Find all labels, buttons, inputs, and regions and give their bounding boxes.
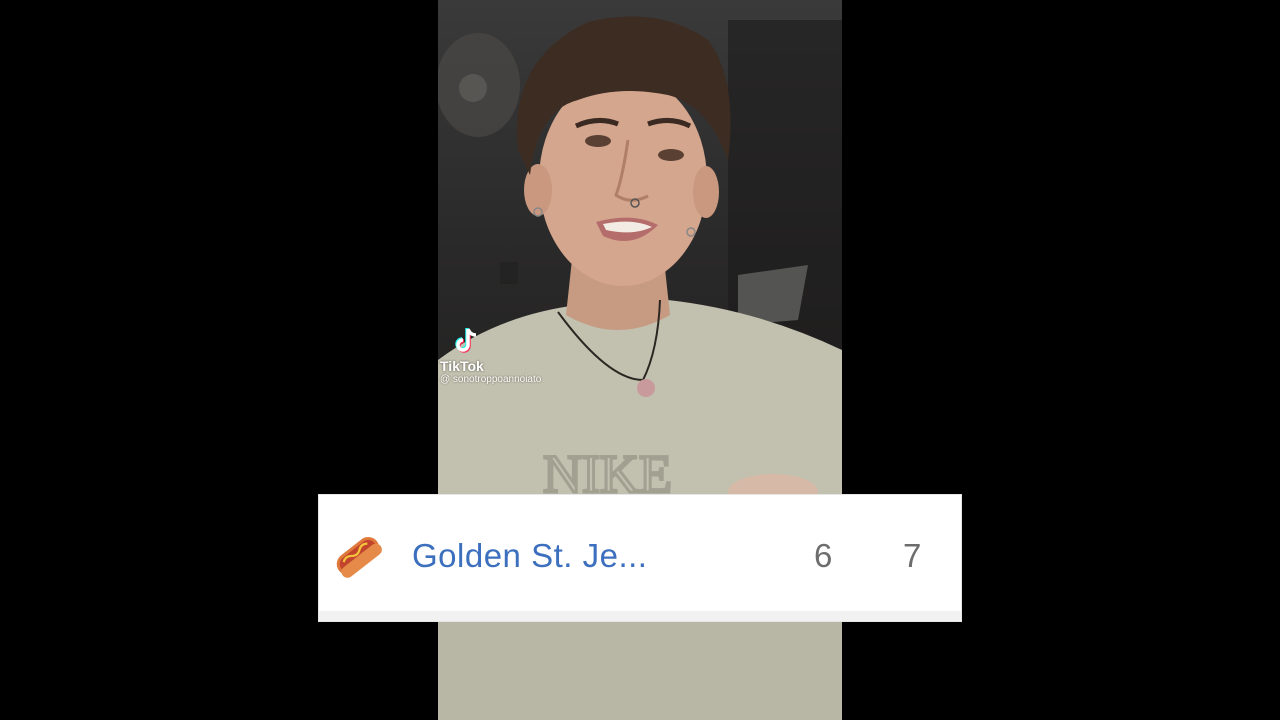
tiktok-note-icon xyxy=(455,328,477,353)
team-name[interactable]: Golden St. Je... xyxy=(412,537,647,575)
stage: NIKE TikTok @ sonotroppoannoiato Golden … xyxy=(0,0,1280,720)
score-period-2: 7 xyxy=(903,537,922,574)
tiktok-handle: @ sonotroppoannoiato xyxy=(440,374,542,385)
tiktok-brand: TikTok xyxy=(440,358,484,374)
hot-dog-icon xyxy=(336,536,382,578)
tiktok-watermark: TikTok @ sonotroppoannoiato xyxy=(440,326,541,385)
score-row-card: Golden St. Je... 6 7 xyxy=(319,495,961,621)
score-period-1: 6 xyxy=(814,537,833,574)
